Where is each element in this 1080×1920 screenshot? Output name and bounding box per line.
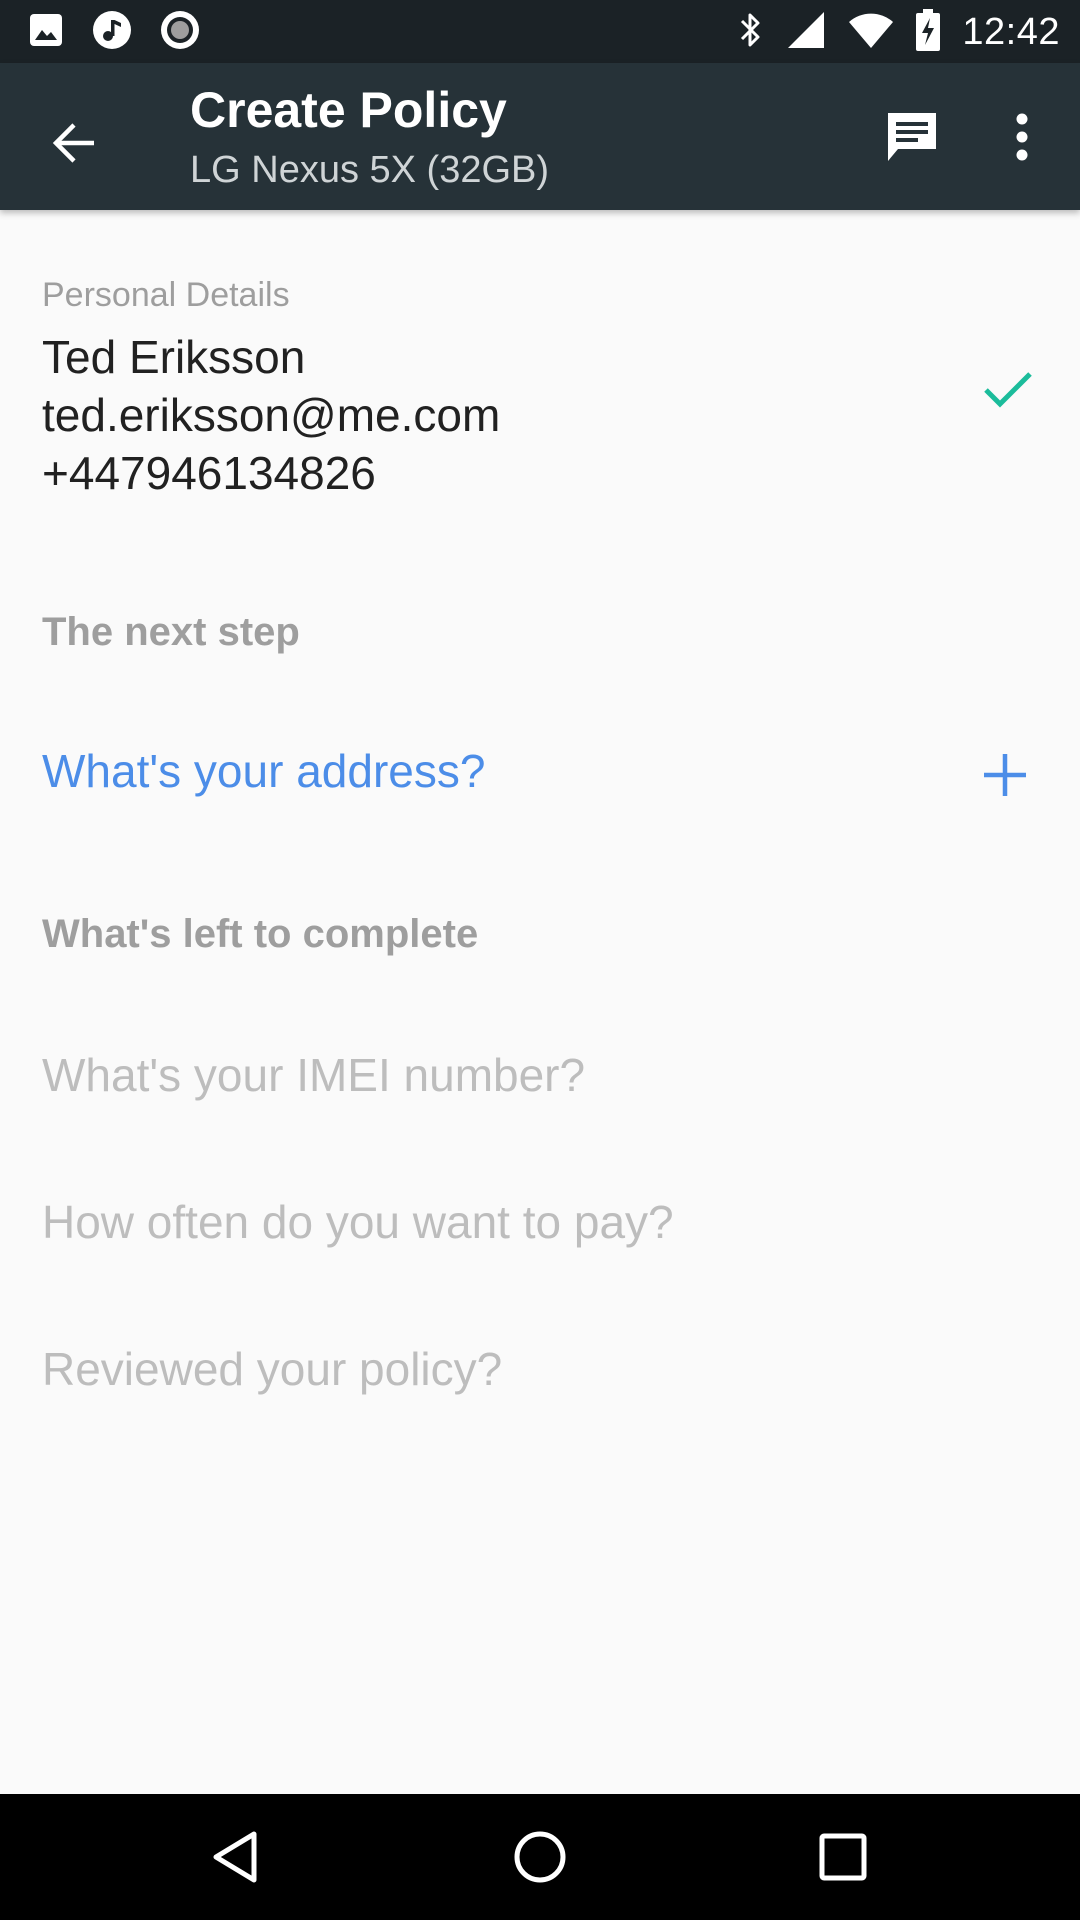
notification-icons (28, 10, 200, 55)
back-triangle-icon (213, 1831, 257, 1883)
app-bar: Create Policy LG Nexus 5X (32GB) (0, 63, 1080, 210)
bluetooth-icon (738, 10, 764, 55)
status-bar: 12:42 (0, 0, 1080, 63)
nav-back-button[interactable] (196, 1817, 276, 1897)
imei-step: What's your IMEI number? (42, 1049, 586, 1101)
nav-recents-button[interactable] (803, 1817, 883, 1897)
plus-icon (984, 754, 1026, 796)
nav-home-button[interactable] (500, 1817, 580, 1897)
system-icons: 12:42 (738, 8, 1060, 56)
remaining-heading: What's left to complete (42, 912, 479, 956)
address-step-label: What's your address? (42, 745, 486, 797)
cell-signal-icon (786, 10, 826, 55)
music-note-icon (92, 10, 132, 55)
personal-details-label: Personal Details (42, 276, 290, 314)
payment-frequency-step: How often do you want to pay? (42, 1196, 674, 1248)
detail-email: ted.eriksson@me.com (42, 389, 501, 441)
arrow-back-icon (52, 123, 94, 163)
home-circle-icon (514, 1831, 566, 1883)
review-policy-step: Reviewed your policy? (42, 1343, 503, 1395)
more-options-button[interactable] (990, 99, 1054, 175)
chat-button[interactable] (874, 99, 950, 175)
image-icon (28, 12, 64, 53)
record-icon (160, 10, 200, 55)
page-subtitle: LG Nexus 5X (32GB) (190, 149, 550, 191)
more-vert-icon (1016, 113, 1028, 161)
recents-square-icon (819, 1833, 867, 1881)
page-title: Create Policy (190, 82, 507, 138)
battery-charging-icon (916, 8, 941, 56)
status-time: 12:42 (962, 10, 1060, 53)
back-button[interactable] (32, 101, 116, 185)
chat-icon (888, 113, 936, 161)
address-step-row[interactable]: What's your address? (0, 720, 1080, 830)
navigation-bar (0, 1794, 1080, 1920)
next-step-heading: The next step (42, 610, 300, 654)
screen: 12:42 Create Policy LG Nexus 5X (32GB) P… (0, 0, 1080, 1920)
wifi-icon (848, 10, 894, 55)
detail-phone: +447946134826 (42, 447, 376, 499)
check-icon (984, 372, 1032, 408)
detail-name: Ted Eriksson (42, 331, 306, 383)
